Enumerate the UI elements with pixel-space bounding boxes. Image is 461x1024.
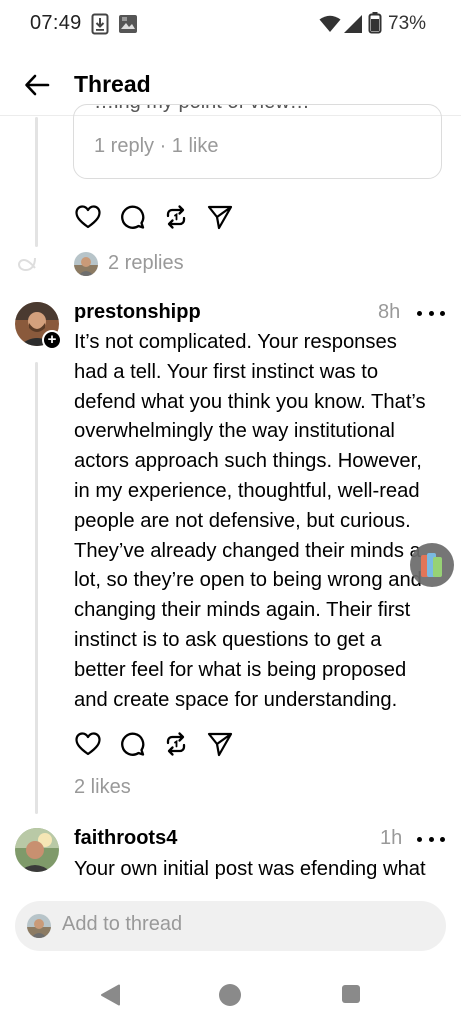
status-time: 07:49 bbox=[30, 12, 82, 34]
post-text-line: changing their minds again. Their first bbox=[74, 599, 411, 622]
quoted-post-meta: 1 reply · 1 like bbox=[94, 135, 219, 157]
avatar[interactable] bbox=[15, 828, 59, 872]
post-text-line: They’ve already changed their minds a bbox=[74, 539, 421, 562]
back-button[interactable] bbox=[22, 70, 52, 100]
share-icon bbox=[207, 732, 233, 757]
status-bar: 07:49 73% bbox=[0, 0, 461, 52]
comment-button[interactable] bbox=[118, 203, 146, 231]
avatar bbox=[74, 252, 98, 276]
post-text-line: and create space for understanding. bbox=[74, 688, 398, 711]
heart-icon bbox=[75, 205, 101, 229]
cell-signal-icon bbox=[344, 15, 362, 33]
post-text-line: better feel for what is being proposed bbox=[74, 658, 407, 681]
replies-count: 2 replies bbox=[108, 252, 184, 274]
more-options-button[interactable] bbox=[417, 303, 445, 323]
app-bubble-icon bbox=[421, 553, 442, 577]
arrow-left-icon bbox=[25, 74, 50, 96]
avatar bbox=[27, 914, 51, 938]
download-notification-icon bbox=[91, 13, 109, 35]
more-options-button[interactable] bbox=[417, 829, 445, 849]
like-button[interactable] bbox=[74, 203, 102, 231]
wifi-icon bbox=[319, 15, 341, 32]
add-to-thread-input[interactable]: Add to thread bbox=[15, 901, 446, 951]
post-text: It’s not complicated. Your responses had… bbox=[74, 328, 449, 715]
post-text-line: Your own initial post was efending what bbox=[74, 858, 426, 880]
plus-icon: + bbox=[47, 331, 57, 348]
post-text-line: lot, so they’re open to being wrong and bbox=[74, 569, 422, 592]
post-text-line: defend what you think you know. That’s bbox=[74, 390, 426, 413]
post-actions bbox=[74, 730, 244, 758]
photo-notification-icon bbox=[119, 15, 137, 33]
nav-back-icon[interactable] bbox=[100, 984, 122, 1006]
post-actions bbox=[74, 203, 244, 231]
heart-icon bbox=[75, 732, 101, 756]
floating-chat-head[interactable] bbox=[410, 543, 454, 587]
page-title: Thread bbox=[74, 71, 151, 97]
compose-placeholder: Add to thread bbox=[62, 913, 183, 935]
repost-button[interactable] bbox=[162, 203, 190, 231]
share-button[interactable] bbox=[206, 203, 234, 231]
system-navigation-bar bbox=[0, 960, 461, 1024]
nav-home-icon[interactable] bbox=[219, 984, 241, 1006]
post-text-line: actors approach such things. However, bbox=[74, 450, 422, 473]
post-timestamp: 8h bbox=[378, 301, 401, 323]
battery-icon bbox=[368, 12, 382, 34]
repost-icon bbox=[166, 205, 186, 229]
post-text-line: in my experience, thoughtful, well-read bbox=[74, 479, 420, 502]
more-dots-icon bbox=[417, 836, 422, 842]
thread-loop-connector bbox=[17, 257, 36, 272]
comment-icon bbox=[121, 732, 145, 756]
post-text-line: people are not defensive, but curious. bbox=[74, 509, 411, 532]
more-dots-icon bbox=[417, 310, 422, 316]
post-username[interactable]: faithroots4 bbox=[74, 827, 177, 850]
post-timestamp: 1h bbox=[380, 827, 403, 849]
follow-button[interactable]: + bbox=[42, 330, 62, 350]
post-text-line: instinct is to ask questions to get a bbox=[74, 628, 382, 651]
quoted-post-text: …ing my point of view… bbox=[94, 105, 310, 114]
battery-percent: 73% bbox=[388, 13, 427, 34]
nav-recents-icon[interactable] bbox=[342, 985, 360, 1003]
share-button[interactable] bbox=[206, 730, 234, 758]
thread-connector-line bbox=[35, 362, 38, 814]
repost-icon bbox=[166, 732, 186, 756]
repost-button[interactable] bbox=[162, 730, 190, 758]
post-text-line: had a tell. Your first instinct was to bbox=[74, 360, 379, 383]
thread-connector-line bbox=[35, 117, 38, 247]
post-text-line: overwhelmingly the way institutional bbox=[74, 420, 395, 443]
post-username[interactable]: prestonshipp bbox=[74, 301, 201, 324]
comment-icon bbox=[121, 205, 145, 229]
post-text: Your own initial post was efending what bbox=[74, 855, 449, 885]
comment-button[interactable] bbox=[118, 730, 146, 758]
quoted-post-card[interactable]: …ing my point of view… 1 reply · 1 like bbox=[73, 104, 442, 179]
share-icon bbox=[207, 205, 233, 230]
post-text-line: It’s not complicated. Your responses bbox=[74, 331, 397, 353]
likes-count[interactable]: 2 likes bbox=[74, 776, 131, 799]
like-button[interactable] bbox=[74, 730, 102, 758]
